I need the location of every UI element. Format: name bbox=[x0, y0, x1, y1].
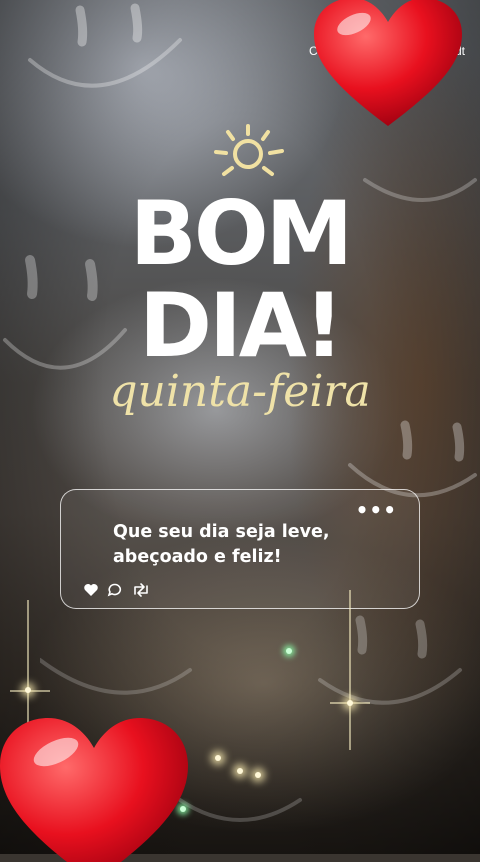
more-options-icon[interactable]: ••• bbox=[356, 498, 397, 522]
title-line-2: DIA! bbox=[138, 274, 344, 377]
sparkle bbox=[347, 700, 353, 706]
post-message-line-2: abeçoado e feliz! bbox=[113, 547, 282, 567]
post-actions bbox=[83, 582, 151, 598]
heart-sticker-top-right bbox=[314, 0, 462, 126]
heart-sticker-bottom-left bbox=[0, 718, 188, 862]
sparkle bbox=[25, 687, 31, 693]
post-message-line-1: Que seu dia seja leve, bbox=[113, 522, 330, 542]
post-message: Que seu dia seja leve, abeçoado e feliz! bbox=[113, 520, 330, 570]
sparkle bbox=[286, 648, 292, 654]
sparkle bbox=[215, 755, 221, 761]
heart-icon[interactable] bbox=[83, 582, 99, 598]
sparkle-ray bbox=[349, 590, 351, 750]
smiley-doodle-top-left bbox=[28, 3, 182, 88]
title-line-1: BOM bbox=[129, 182, 353, 285]
post-card: ••• Que seu dia seja leve, abeçoado e fe… bbox=[60, 489, 420, 609]
comment-icon[interactable] bbox=[107, 582, 123, 598]
sparkle bbox=[255, 772, 261, 778]
weekday-script: quinta-feira bbox=[109, 366, 371, 417]
repost-icon[interactable] bbox=[131, 582, 151, 598]
sparkle bbox=[237, 768, 243, 774]
